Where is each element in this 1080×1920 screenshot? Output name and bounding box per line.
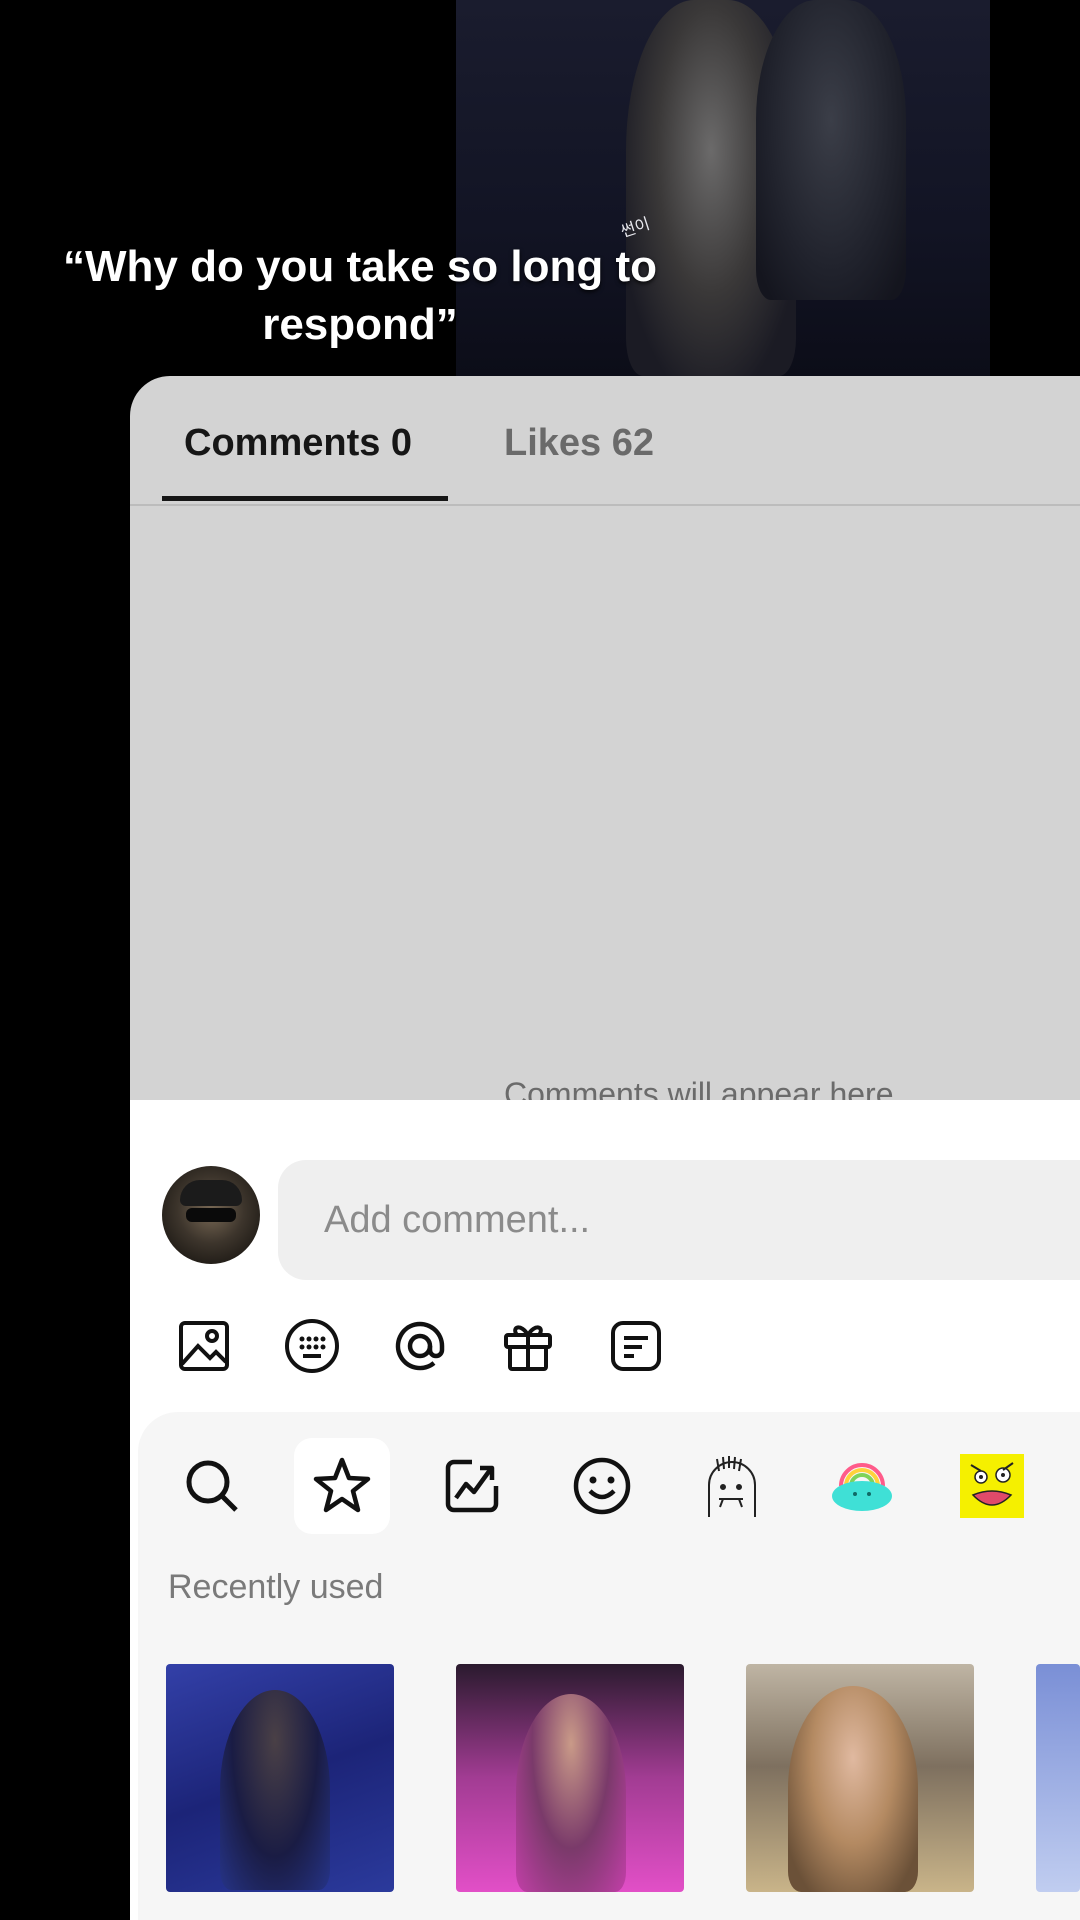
template-icon[interactable] <box>606 1316 666 1376</box>
doodle-face-sticker[interactable] <box>684 1438 780 1534</box>
video-caption: “Why do you take so long to respond” <box>63 242 657 349</box>
tab-comments[interactable]: Comments 0 <box>184 422 412 465</box>
active-tab-indicator <box>162 496 448 501</box>
sheet-tabs: Comments 0 Likes 62 <box>130 376 1080 506</box>
trending-icon[interactable] <box>424 1438 520 1534</box>
smiley-icon[interactable] <box>554 1438 650 1534</box>
rainbow-cloud-sticker[interactable] <box>814 1438 910 1534</box>
star-icon[interactable] <box>294 1438 390 1534</box>
performer-right <box>756 0 906 300</box>
recent-gif-2[interactable] <box>456 1664 684 1892</box>
comment-field[interactable] <box>278 1160 1080 1280</box>
avatar-hat <box>180 1180 242 1206</box>
avatar-glasses <box>186 1208 236 1222</box>
gift-icon[interactable] <box>498 1316 558 1376</box>
sticker-panel: Recently used <box>138 1412 1080 1920</box>
recent-gif-1[interactable] <box>166 1664 394 1892</box>
mention-icon[interactable] <box>390 1316 450 1376</box>
tab-likes[interactable]: Likes 62 <box>504 422 654 465</box>
yellow-face-sticker[interactable] <box>944 1438 1040 1534</box>
avatar[interactable] <box>162 1166 260 1264</box>
comment-input[interactable] <box>278 1160 1080 1280</box>
recent-gif-3[interactable] <box>746 1664 974 1892</box>
image-icon[interactable] <box>174 1316 234 1376</box>
emoji-keyboard-icon[interactable] <box>282 1316 342 1376</box>
recently-used-label: Recently used <box>168 1568 384 1606</box>
comment-composer: Recently used <box>130 1100 1080 1920</box>
recent-gif-4[interactable] <box>1036 1664 1080 1892</box>
search-icon[interactable] <box>164 1438 260 1534</box>
